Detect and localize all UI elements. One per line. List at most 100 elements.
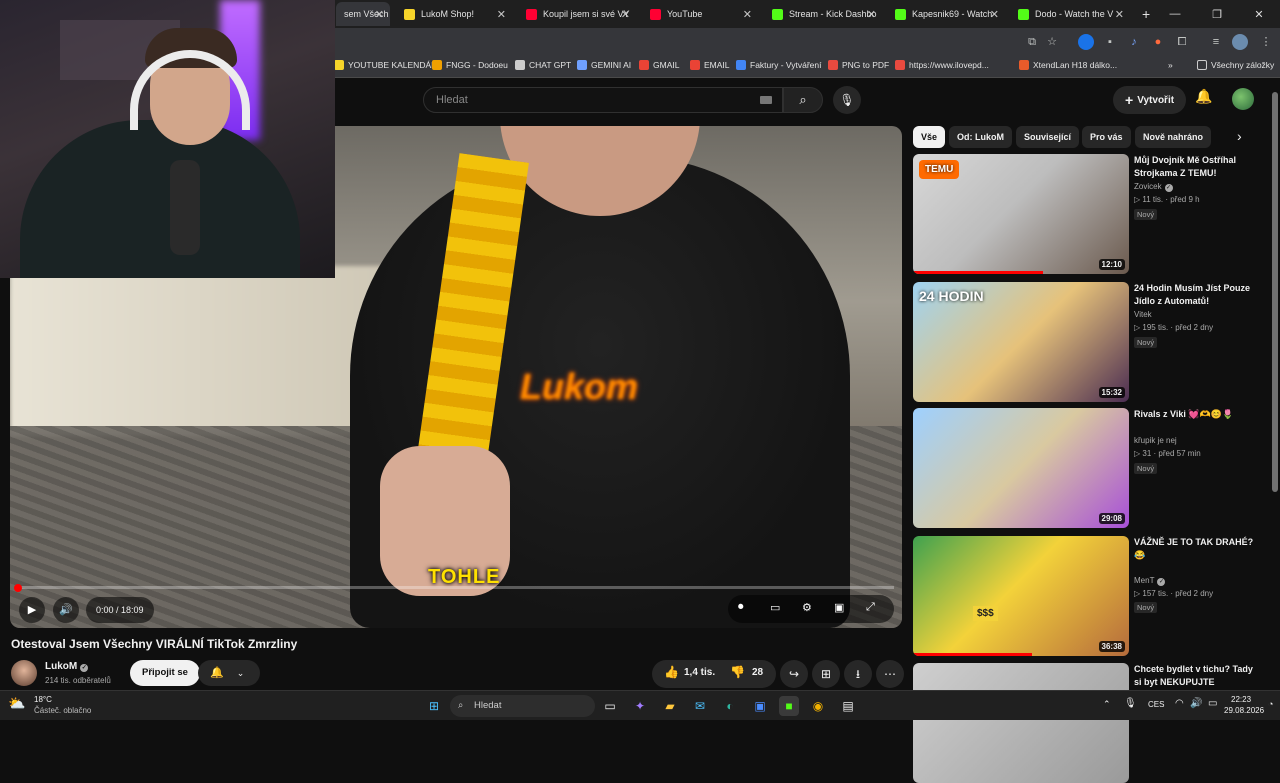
- taskbar-search[interactable]: ⌕ Hledat: [450, 695, 595, 717]
- cast-icon[interactable]: ⧉: [1024, 34, 1040, 50]
- channel-avatar[interactable]: [11, 660, 37, 686]
- subscription-bell-button[interactable]: 🔔 ⌄: [198, 660, 260, 686]
- browser-tab[interactable]: Koupil jsem si své VY ✕: [518, 2, 636, 26]
- extension-icon[interactable]: [1078, 34, 1094, 50]
- bookmark-item[interactable]: PNG to PDF: [828, 60, 889, 70]
- search-input[interactable]: Hledat: [423, 87, 783, 113]
- recommendation-item[interactable]: 24 HODIN 15:32 24 Hodin Musím Jíst Pouze J…: [913, 282, 1263, 404]
- recommendation-item[interactable]: Chcete bydlet v tichu? Tady si byt NEKUP…: [913, 663, 1263, 783]
- chip-related[interactable]: Související: [1016, 126, 1080, 148]
- share-button[interactable]: ↪: [780, 660, 808, 688]
- notifications-bell-icon[interactable]: 🔔: [1195, 88, 1212, 105]
- extensions-puzzle-icon[interactable]: ⧠: [1174, 34, 1190, 50]
- tab-close-icon[interactable]: ✕: [867, 8, 876, 21]
- tray-mic-icon[interactable]: 🎙: [1124, 698, 1137, 709]
- bookmark-item[interactable]: XtendLan H18 dálko...: [1019, 60, 1117, 70]
- like-icon[interactable]: 👍: [664, 665, 679, 679]
- chips-next-chevron-icon[interactable]: ›: [1237, 128, 1242, 144]
- all-bookmarks[interactable]: Všechny záložky: [1197, 60, 1274, 70]
- recommendation-channel[interactable]: MenT ✓: [1134, 576, 1166, 586]
- bookmark-item[interactable]: EMAIL: [690, 60, 730, 70]
- miniplayer-icon[interactable]: ▣: [834, 601, 844, 614]
- browser-tab[interactable]: Dodo - Watch the V ✕: [1010, 2, 1130, 26]
- speaker-icon[interactable]: 🔊: [1190, 698, 1202, 709]
- avatar[interactable]: [1232, 88, 1254, 110]
- search-button[interactable]: ⌕: [783, 87, 823, 113]
- bookmark-item[interactable]: Faktury - Vytváření: [736, 60, 821, 70]
- fullscreen-icon[interactable]: ⤢: [866, 601, 875, 614]
- browser-tab[interactable]: Kapesnik69 - Watch ✕: [887, 2, 1005, 26]
- weather-temperature[interactable]: 18°C: [34, 695, 52, 704]
- browser-tab[interactable]: LukoM Shop! ✕: [396, 2, 512, 26]
- terminal-app-icon[interactable]: ■: [779, 696, 799, 716]
- recommendation-channel[interactable]: Zovicek ✓: [1134, 182, 1173, 192]
- clock-time[interactable]: 22:23: [1231, 695, 1251, 704]
- scrollbar-thumb[interactable]: [1272, 92, 1278, 492]
- battery-icon[interactable]: ▭: [1208, 698, 1217, 709]
- chip-for-you[interactable]: Pro vás: [1082, 126, 1131, 148]
- join-button[interactable]: Připojit se: [130, 660, 200, 686]
- browser-tab[interactable]: YouTube ✕: [642, 2, 758, 26]
- wifi-icon[interactable]: ◠: [1175, 698, 1184, 709]
- close-window-icon[interactable]: ✕: [1238, 8, 1280, 21]
- recommendation-channel[interactable]: křupik je nej: [1134, 436, 1177, 445]
- bookmarks-overflow-icon[interactable]: »: [1168, 60, 1173, 70]
- like-count[interactable]: 1,4 tis.: [684, 667, 715, 678]
- menu-kebab-icon[interactable]: ⋮: [1258, 34, 1274, 50]
- recommendation-title[interactable]: 24 Hodin Musím Jíst Pouze Jídlo z Automa…: [1134, 282, 1259, 308]
- channel-name[interactable]: LukoM ✓: [45, 661, 89, 672]
- video-progress-bar[interactable]: [18, 586, 894, 589]
- autoplay-toggle-icon[interactable]: ⏺: [738, 601, 744, 614]
- outlook-icon[interactable]: ✉: [690, 696, 710, 716]
- clock-date[interactable]: 29.08.2026: [1224, 706, 1264, 715]
- windows-start-icon[interactable]: ⊞: [424, 696, 444, 716]
- keyboard-icon[interactable]: [760, 96, 772, 104]
- save-button[interactable]: ⊞: [812, 660, 840, 688]
- chrome-icon[interactable]: ◉: [808, 696, 828, 716]
- bookmark-item[interactable]: YOUTUBE KALENDÁŘ: [334, 60, 437, 70]
- recommendation-thumbnail[interactable]: 29:08: [913, 408, 1129, 528]
- dislike-icon[interactable]: 👎: [730, 665, 745, 679]
- settings-gear-icon[interactable]: ⚙: [802, 601, 812, 614]
- more-actions-button[interactable]: ⋯: [876, 660, 904, 688]
- volume-button[interactable]: 🔊: [53, 597, 79, 623]
- tab-close-icon[interactable]: ✕: [743, 8, 752, 21]
- recommendation-thumbnail[interactable]: TEMU 12:10: [913, 154, 1129, 274]
- video-scrubber[interactable]: [14, 584, 22, 592]
- bookmark-item[interactable]: CHAT GPT: [515, 60, 571, 70]
- extension-icon-2[interactable]: ▪: [1102, 34, 1118, 50]
- bookmark-item[interactable]: https://www.ilovepd...: [895, 60, 989, 70]
- language-indicator[interactable]: CES: [1148, 700, 1164, 709]
- recommendation-thumbnail[interactable]: [913, 663, 1129, 783]
- bookmark-item[interactable]: FNGG - Dodoeu: [432, 60, 508, 70]
- notifications-icon[interactable]: ◔: [1268, 699, 1273, 709]
- edge-icon[interactable]: ◐: [720, 696, 740, 716]
- recommendation-title[interactable]: Můj Dvojník Mě Ostříhal Strojkama Z TEMU…: [1134, 154, 1259, 180]
- file-explorer-icon[interactable]: ▰: [660, 696, 680, 716]
- recommendation-title[interactable]: VÁŽNĚ JE TO TAK DRAHÉ? 😂: [1134, 536, 1259, 562]
- tab-close-icon[interactable]: ✕: [497, 8, 506, 21]
- copilot-icon[interactable]: ✦: [630, 696, 650, 716]
- weather-description[interactable]: Částeč. oblačno: [34, 706, 91, 715]
- play-button[interactable]: ▶: [19, 597, 45, 623]
- profile-icon[interactable]: [1232, 34, 1248, 50]
- recommendation-channel[interactable]: Vitek: [1134, 310, 1152, 319]
- voice-search-button[interactable]: 🎙: [833, 86, 861, 114]
- recommendation-item[interactable]: 29:08 Rivals z Viki 💓🫶😊🌷 křupik je nej ▷ 31…: [913, 408, 1263, 530]
- extension-icon-3[interactable]: ●: [1150, 34, 1166, 50]
- task-view-icon[interactable]: ▭: [600, 696, 620, 716]
- tab-close-icon[interactable]: ✕: [375, 8, 384, 21]
- bookmark-item[interactable]: GMAIL: [639, 60, 679, 70]
- browser-tab[interactable]: Stream - Kick Dashbo ✕: [764, 2, 882, 26]
- dislike-count[interactable]: 28: [752, 667, 763, 678]
- tab-close-icon[interactable]: ✕: [1115, 8, 1124, 21]
- sound-extension-icon[interactable]: ♪: [1126, 34, 1142, 50]
- subtitles-icon[interactable]: ▭: [770, 601, 780, 614]
- tab-close-icon[interactable]: ✕: [990, 8, 999, 21]
- create-button[interactable]: + Vytvořit: [1113, 86, 1187, 114]
- recommendation-title[interactable]: Rivals z Viki 💓🫶😊🌷: [1134, 408, 1259, 421]
- chip-recently-uploaded[interactable]: Nově nahráno: [1135, 126, 1212, 148]
- recommendation-item[interactable]: $$$ 36:38 VÁŽNĚ JE TO TAK DRAHÉ? 😂 MenT ✓ ▷ 1…: [913, 536, 1263, 658]
- calculator-icon[interactable]: ▤: [838, 696, 858, 716]
- weather-icon[interactable]: ⛅: [8, 695, 25, 712]
